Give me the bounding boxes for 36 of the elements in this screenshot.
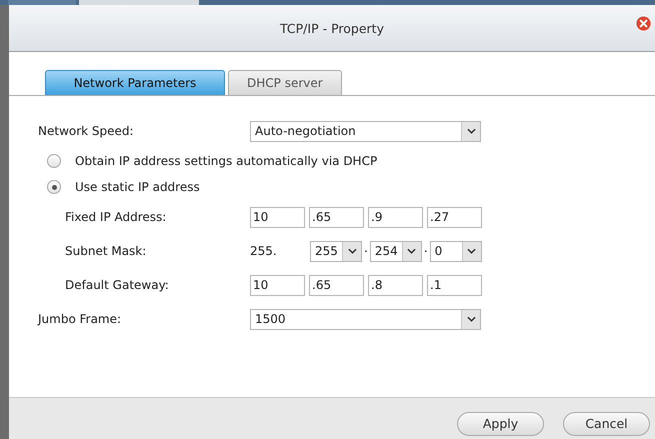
radio-button[interactable] (47, 154, 61, 168)
close-icon[interactable] (636, 16, 651, 31)
tab[interactable]: Network Parameters (45, 70, 225, 95)
ip-octet-field[interactable]: 10 (250, 274, 305, 296)
caret-icon (407, 248, 416, 254)
ip-octet-field[interactable]: 10 (250, 206, 305, 228)
caret-icon (466, 128, 476, 134)
cancel-button[interactable]: Cancel (563, 412, 650, 436)
radio-button[interactable] (47, 180, 61, 194)
ip-octet-field[interactable]: .9 (368, 206, 423, 228)
speed-dropdown[interactable]: Auto-negotiation (250, 120, 481, 142)
tab[interactable]: DHCP server (228, 70, 342, 95)
mask-prefix: 255. (250, 244, 278, 258)
ip-octet-field[interactable]: .65 (309, 206, 364, 228)
caret-icon (466, 316, 476, 322)
field-label: Jumbo Frame: (38, 312, 122, 326)
caret-icon (348, 248, 356, 254)
ip-octet-field[interactable]: .27 (427, 206, 482, 228)
mask-dropdown[interactable]: 255 (310, 240, 362, 262)
radio-label[interactable]: Obtain IP address settings automatically via DHCP (75, 154, 378, 168)
jumbo-frame-dropdown[interactable]: 1500 (250, 308, 481, 330)
ip-octet-field[interactable]: .1 (427, 274, 482, 296)
field-label: Subnet Mask: (65, 244, 148, 258)
window-title: TCP/IP - Property (280, 20, 384, 36)
radio-label[interactable]: Use static IP address (75, 180, 200, 194)
caret-icon (467, 248, 476, 254)
octet-separator: . (364, 240, 368, 256)
field-label: Network Speed: (38, 124, 135, 138)
ip-octet-field[interactable]: .8 (368, 274, 423, 296)
apply-button[interactable]: Apply (457, 412, 544, 436)
mask-dropdown[interactable]: 254 (370, 240, 422, 262)
mask-dropdown[interactable]: 0 (430, 240, 482, 262)
field-label: Fixed IP Address: (65, 210, 168, 224)
field-label: Default Gateway: (65, 278, 170, 292)
octet-separator: . (424, 240, 428, 256)
ip-octet-field[interactable]: .65 (309, 274, 364, 296)
